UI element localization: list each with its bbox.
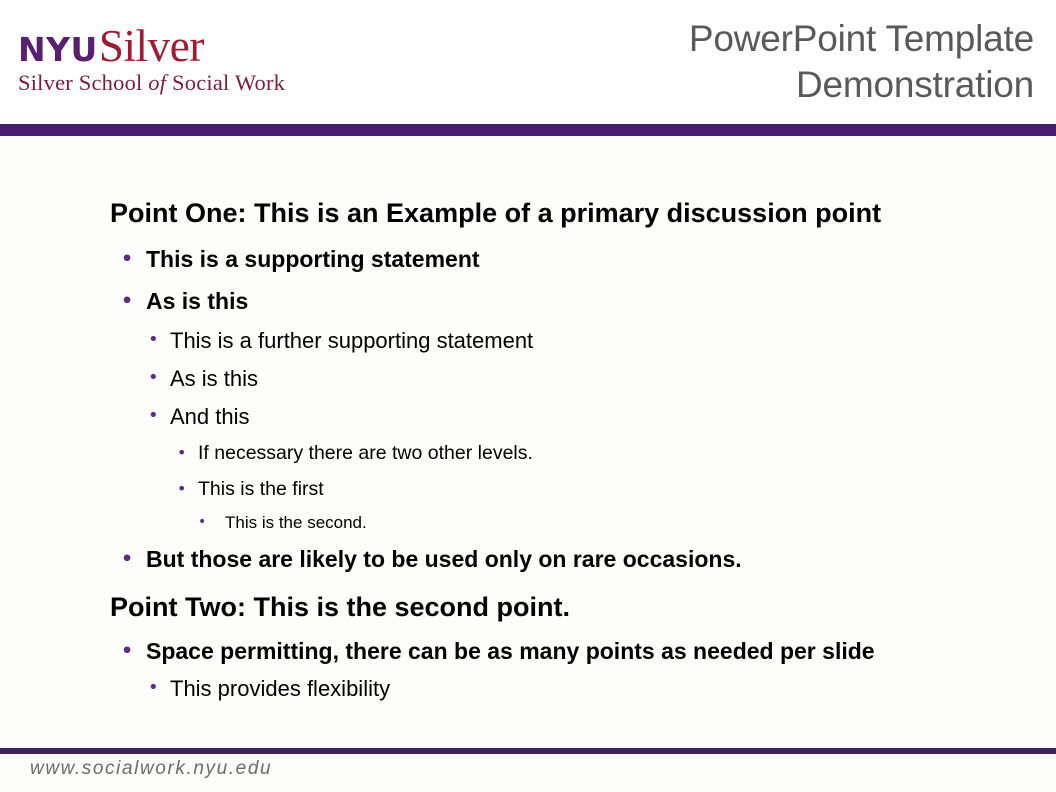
logo-tagline-after: Social Work xyxy=(166,70,286,95)
bullet-item-level-5: • This is the second. xyxy=(0,514,367,531)
bullet-marker-icon: • xyxy=(148,367,159,388)
bullet-item-text: And this xyxy=(170,404,250,429)
bullet-item-text: This is a further supporting statement xyxy=(170,328,534,353)
page-title-line-2: Demonstration xyxy=(795,63,1034,105)
bullet-marker-icon: • xyxy=(148,329,159,350)
bullet-item-level-3: • And this xyxy=(0,406,250,428)
bullet-marker-icon: • xyxy=(148,405,159,426)
page-title: PowerPoint Template Demonstration xyxy=(414,16,1034,108)
bullet-item-text: This is a supporting statement xyxy=(146,246,480,272)
bullet-item-text: If necessary there are two other levels. xyxy=(198,442,533,464)
bullet-item-text: Point Two: This is the second point. xyxy=(110,592,570,622)
footer-rule xyxy=(0,748,1056,754)
bullet-item-level-2: • But those are likely to be used only on… xyxy=(0,548,742,571)
bullet-item-text: This provides flexibility xyxy=(170,676,391,701)
bullet-marker-icon: • xyxy=(121,290,134,312)
bullet-item-text: Space permitting, there can be as many p… xyxy=(146,638,875,664)
bullet-item-level-2: • Space permitting, there can be as many … xyxy=(0,640,875,663)
bullet-marker-icon: • xyxy=(177,479,187,498)
logo-tagline: Silver School of Social Work xyxy=(18,70,348,95)
logo-nyu-text: NYU xyxy=(18,30,98,69)
bullet-item-text: As is this xyxy=(170,366,259,391)
bullet-item-text: But those are likely to be used only on … xyxy=(146,546,742,572)
slide-header: NYUSilver Silver School of Social Work P… xyxy=(0,0,1056,124)
logo-wordmark: NYUSilver xyxy=(18,24,348,69)
bullet-marker-icon: • xyxy=(198,514,207,530)
bullet-marker-icon: • xyxy=(121,548,134,570)
bullet-marker-icon: • xyxy=(121,640,134,662)
page-title-line-1: PowerPoint Template xyxy=(688,18,1034,59)
bullet-marker-icon: • xyxy=(177,443,187,462)
bullet-marker-icon: • xyxy=(148,677,159,698)
logo-silver-text: Silver xyxy=(98,21,204,71)
bullet-item-text: Point One: This is an Example of a prima… xyxy=(110,198,882,228)
bullet-item-level-1: Point Two: This is the second point. xyxy=(0,594,570,621)
bullet-item-text: As is this xyxy=(146,288,249,314)
bullet-item-level-3: • This is a further supporting statement xyxy=(0,330,533,352)
logo-tagline-italic: of xyxy=(148,70,167,95)
bullet-item-level-2: • As is this xyxy=(0,290,248,313)
logo-tagline-before: Silver School xyxy=(18,70,149,95)
header-accent-bar xyxy=(0,124,1056,136)
nyu-silver-logo: NYUSilver Silver School of Social Work xyxy=(18,24,348,95)
bullet-item-level-1: Point One: This is an Example of a prima… xyxy=(0,200,881,227)
presentation-slide: NYUSilver Silver School of Social Work P… xyxy=(0,0,1056,792)
bullet-marker-icon: • xyxy=(121,248,134,270)
bullet-item-level-3: • As is this xyxy=(0,368,258,390)
footer-website-url: www.socialwork.nyu.edu xyxy=(30,758,273,779)
bullet-item-text: This is the second. xyxy=(225,513,367,532)
bullet-item-level-4: • This is the first xyxy=(0,478,324,500)
bullet-item-level-4: • If necessary there are two other levels… xyxy=(0,442,533,464)
bullet-item-level-3: • This provides flexibility xyxy=(0,678,390,700)
bullet-item-level-2: • This is a supporting statement xyxy=(0,248,480,271)
slide-body: Point One: This is an Example of a prima… xyxy=(0,150,1056,730)
bullet-item-text: This is the first xyxy=(198,478,324,500)
